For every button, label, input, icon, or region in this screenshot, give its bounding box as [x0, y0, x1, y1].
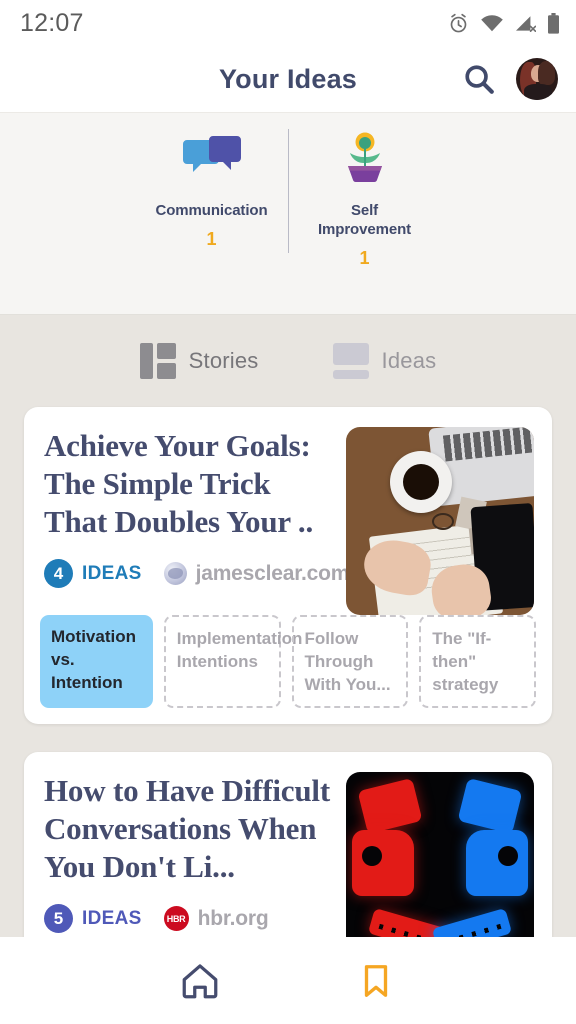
nav-bookmark-button[interactable]	[348, 953, 404, 1009]
avatar-hair-right	[538, 61, 555, 85]
status-time: 12:07	[20, 8, 84, 37]
nav-home-button[interactable]	[172, 953, 228, 1009]
avatar[interactable]	[516, 58, 558, 100]
category-divider	[287, 129, 289, 253]
category-label: Communication	[155, 202, 268, 219]
card-list-icon	[332, 343, 369, 379]
tab-label: Stories	[188, 348, 259, 373]
story-card-main: Achieve Your Goals: The Simple Trick Tha…	[24, 407, 552, 615]
home-icon	[182, 963, 218, 998]
ideas-count: 4	[44, 559, 73, 588]
hbr-favicon: HBR	[163, 906, 189, 931]
app-screen: 12:07 Your Ideas Communication 1 Self Im…	[0, 0, 576, 1024]
potted-plant-icon	[337, 131, 393, 187]
categories-strip: Communication 1 Self Improvement 1	[0, 113, 576, 315]
avatar-body	[524, 84, 552, 100]
story-card[interactable]: Achieve Your Goals: The Simple Trick Tha…	[24, 407, 552, 724]
idea-chip[interactable]: Implementation Intentions	[163, 615, 302, 708]
layout-grid-icon	[139, 343, 176, 379]
tab-label: Ideas	[381, 348, 437, 373]
story-meta: 5 IDEAS HBR hbr.org	[44, 904, 332, 933]
source-name: hbr.org	[197, 906, 269, 930]
story-card-main: How to Have Difficult Conversations When…	[24, 752, 552, 960]
idea-chip[interactable]: Follow Through With You...	[291, 615, 409, 708]
story-title: How to Have Difficult Conversations When…	[44, 773, 330, 884]
idea-chip[interactable]: Motivation vs. Intention	[40, 615, 153, 708]
story-source: HBR hbr.org	[163, 906, 269, 931]
content-area: Stories Ideas Achieve Your Goals: The Si…	[0, 315, 576, 1024]
cellular-no-signal-icon	[516, 15, 536, 32]
ideas-badge: 4 IDEAS	[44, 559, 142, 588]
status-icons	[448, 12, 560, 34]
search-icon[interactable]	[462, 62, 496, 96]
idea-chips: Motivation vs. Intention Implementation …	[24, 615, 552, 724]
category-count: 1	[359, 248, 370, 268]
source-name: jamesclear.com	[195, 561, 350, 585]
story-card-text: How to Have Difficult Conversations When…	[44, 772, 346, 960]
category-label: Self Improvement	[317, 202, 412, 238]
category-communication[interactable]: Communication 1	[155, 113, 268, 250]
ideas-label: IDEAS	[82, 907, 142, 929]
hbr-favicon-text: HBR	[166, 913, 186, 924]
story-title: Achieve Your Goals: The Simple Trick Tha…	[44, 428, 314, 539]
globe-favicon	[163, 562, 187, 585]
tab-ideas[interactable]: Ideas	[332, 343, 437, 379]
tab-stories[interactable]: Stories	[139, 343, 259, 379]
story-source: jamesclear.com	[163, 561, 350, 586]
category-count: 1	[206, 229, 217, 249]
battery-icon	[548, 12, 559, 34]
ideas-count: 5	[44, 904, 73, 933]
ideas-label: IDEAS	[82, 562, 142, 584]
bottom-nav	[0, 937, 576, 1024]
status-bar: 12:07	[0, 0, 576, 46]
story-meta: 4 IDEAS jamesclear.com	[44, 559, 349, 588]
story-card-text: Achieve Your Goals: The Simple Trick Tha…	[44, 427, 349, 615]
category-self-improvement[interactable]: Self Improvement 1	[310, 113, 420, 269]
alarm-icon	[450, 13, 467, 32]
ideas-badge: 5 IDEAS	[44, 904, 142, 933]
idea-chip[interactable]: The "If-then" strategy	[419, 615, 536, 708]
story-thumbnail	[346, 427, 534, 615]
app-bar: Your Ideas	[0, 46, 576, 113]
bookmark-icon	[364, 964, 388, 997]
wifi-icon	[481, 14, 503, 31]
speech-bubbles-icon	[181, 131, 243, 187]
tab-bar: Stories Ideas	[0, 315, 576, 407]
story-card[interactable]: How to Have Difficult Conversations When…	[24, 752, 552, 960]
app-bar-actions	[462, 58, 558, 100]
story-thumbnail	[346, 772, 534, 960]
